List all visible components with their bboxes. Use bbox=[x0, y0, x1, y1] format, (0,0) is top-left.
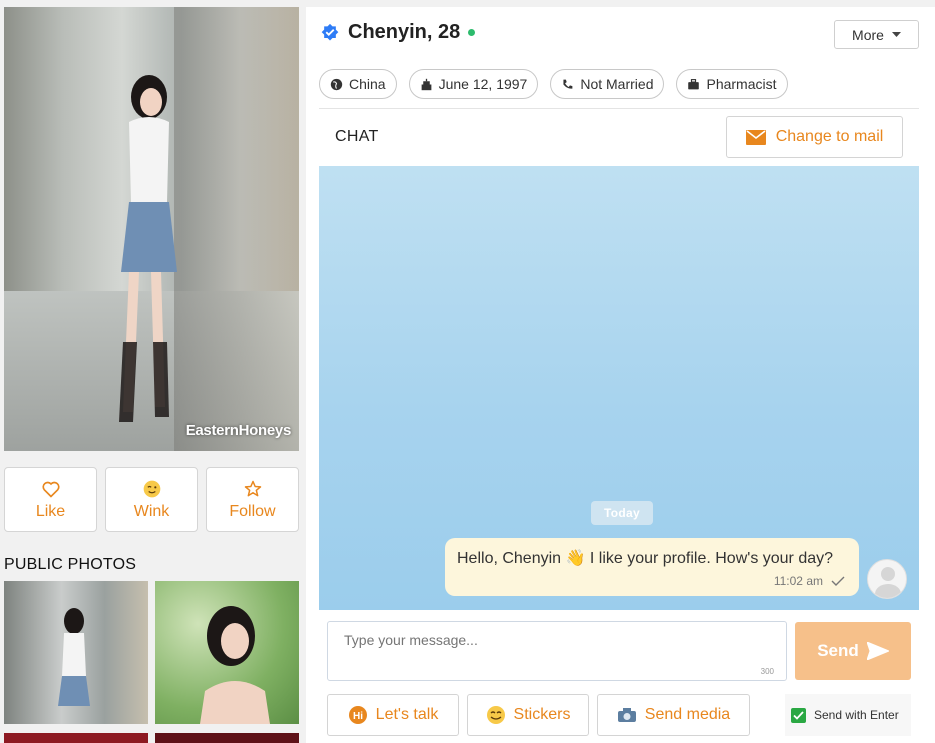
message-bubble: Hello, Chenyin 👋 I like your profile. Ho… bbox=[445, 538, 859, 596]
message-meta: 11:02 am bbox=[774, 574, 845, 588]
chip-birthday: June 12, 1997 bbox=[408, 69, 539, 99]
send-with-enter-checkbox[interactable] bbox=[791, 707, 806, 723]
public-photo-thumb[interactable] bbox=[155, 581, 299, 724]
photo-watermark: EasternHoneys bbox=[185, 422, 292, 439]
profile-info-chips: China June 12, 1997 Not Married Pharmaci… bbox=[319, 69, 788, 99]
chat-tools-row: Hi Let's talk Stickers Send media bbox=[327, 694, 750, 736]
caret-down-icon bbox=[891, 31, 901, 37]
date-divider: Today bbox=[591, 501, 653, 525]
profile-panel: Chenyin, 28 More China June 12, 1997 Not… bbox=[306, 7, 935, 743]
message-text: Hello, Chenyin 👋 I like your profile. Ho… bbox=[457, 550, 834, 567]
like-button[interactable]: Like bbox=[4, 467, 97, 532]
photo-glass-reflection bbox=[174, 7, 299, 451]
more-dropdown-button[interactable]: More bbox=[834, 20, 919, 49]
profile-action-row: Like Wink Follow bbox=[4, 467, 299, 532]
like-label: Like bbox=[35, 502, 66, 520]
star-icon bbox=[244, 480, 261, 496]
stickers-button[interactable]: Stickers bbox=[467, 694, 589, 736]
send-with-enter-option[interactable]: Send with Enter bbox=[785, 694, 911, 736]
profile-name: Chenyin, 28 bbox=[348, 21, 461, 43]
char-counter: 300 bbox=[760, 667, 774, 676]
change-to-mail-button[interactable]: Change to mail bbox=[726, 116, 903, 158]
message-input[interactable] bbox=[328, 622, 786, 680]
wink-label: Wink bbox=[133, 502, 170, 520]
message-composer: 300 bbox=[327, 621, 787, 681]
public-photo-thumb[interactable] bbox=[4, 581, 148, 724]
chip-occupation-label: Pharmacist bbox=[706, 76, 777, 92]
message-time: 11:02 am bbox=[773, 574, 823, 588]
ring-icon bbox=[563, 79, 573, 89]
chip-birthday-label: June 12, 1997 bbox=[438, 76, 528, 92]
chip-country-label: China bbox=[349, 76, 386, 92]
lets-talk-button[interactable]: Hi Let's talk bbox=[327, 694, 459, 736]
stickers-label: Stickers bbox=[513, 706, 571, 723]
follow-label: Follow bbox=[229, 502, 276, 520]
send-button[interactable]: Send bbox=[795, 622, 911, 680]
chip-marital-status: Not Married bbox=[550, 69, 665, 99]
chat-panel: CHAT Change to mail Today Hello, Chenyin… bbox=[319, 108, 919, 743]
chip-country: China bbox=[319, 69, 397, 99]
chip-marital-label: Not Married bbox=[580, 76, 654, 92]
follow-button[interactable]: Follow bbox=[206, 467, 299, 532]
checkmark-icon bbox=[831, 576, 845, 586]
sticker-emoji-icon bbox=[486, 706, 505, 724]
chat-header: CHAT Change to mail bbox=[319, 109, 919, 165]
camera-icon bbox=[617, 708, 636, 722]
more-label: More bbox=[852, 26, 884, 43]
globe-icon bbox=[330, 78, 343, 90]
online-status-dot bbox=[468, 29, 476, 36]
check-icon bbox=[793, 710, 804, 720]
public-photo-thumb[interactable] bbox=[4, 733, 148, 743]
profile-main-photo[interactable]: EasternHoneys bbox=[4, 7, 299, 451]
photo-figure bbox=[119, 75, 177, 422]
public-photo-thumb[interactable] bbox=[155, 733, 299, 743]
svg-text:Hi: Hi bbox=[353, 711, 363, 722]
send-arrow-icon bbox=[866, 642, 889, 660]
verified-badge-icon bbox=[321, 23, 339, 40]
send-with-enter-label: Send with Enter bbox=[814, 708, 899, 722]
wink-button[interactable]: Wink bbox=[105, 467, 198, 532]
briefcase-icon bbox=[688, 78, 700, 89]
cake-icon bbox=[421, 78, 431, 90]
thumb-figure bbox=[200, 606, 270, 724]
public-photos-title: PUBLIC PHOTOS bbox=[4, 556, 137, 573]
wink-emoji-icon bbox=[143, 480, 160, 497]
lets-talk-label: Let's talk bbox=[375, 706, 439, 723]
send-media-label: Send media bbox=[644, 706, 731, 723]
change-to-mail-label: Change to mail bbox=[775, 128, 884, 145]
sender-avatar bbox=[867, 559, 907, 599]
heart-icon bbox=[41, 481, 60, 498]
chat-title: CHAT bbox=[335, 128, 379, 145]
profile-header: Chenyin, 28 bbox=[320, 21, 476, 44]
send-label: Send bbox=[817, 641, 859, 660]
thumb-figure bbox=[58, 608, 90, 706]
hi-bubble-icon: Hi bbox=[348, 706, 367, 724]
mail-icon bbox=[745, 129, 766, 145]
chip-occupation: Pharmacist bbox=[676, 69, 788, 99]
chat-messages-area[interactable]: Today Hello, Chenyin 👋 I like your profi… bbox=[319, 166, 919, 610]
send-media-button[interactable]: Send media bbox=[597, 694, 750, 736]
